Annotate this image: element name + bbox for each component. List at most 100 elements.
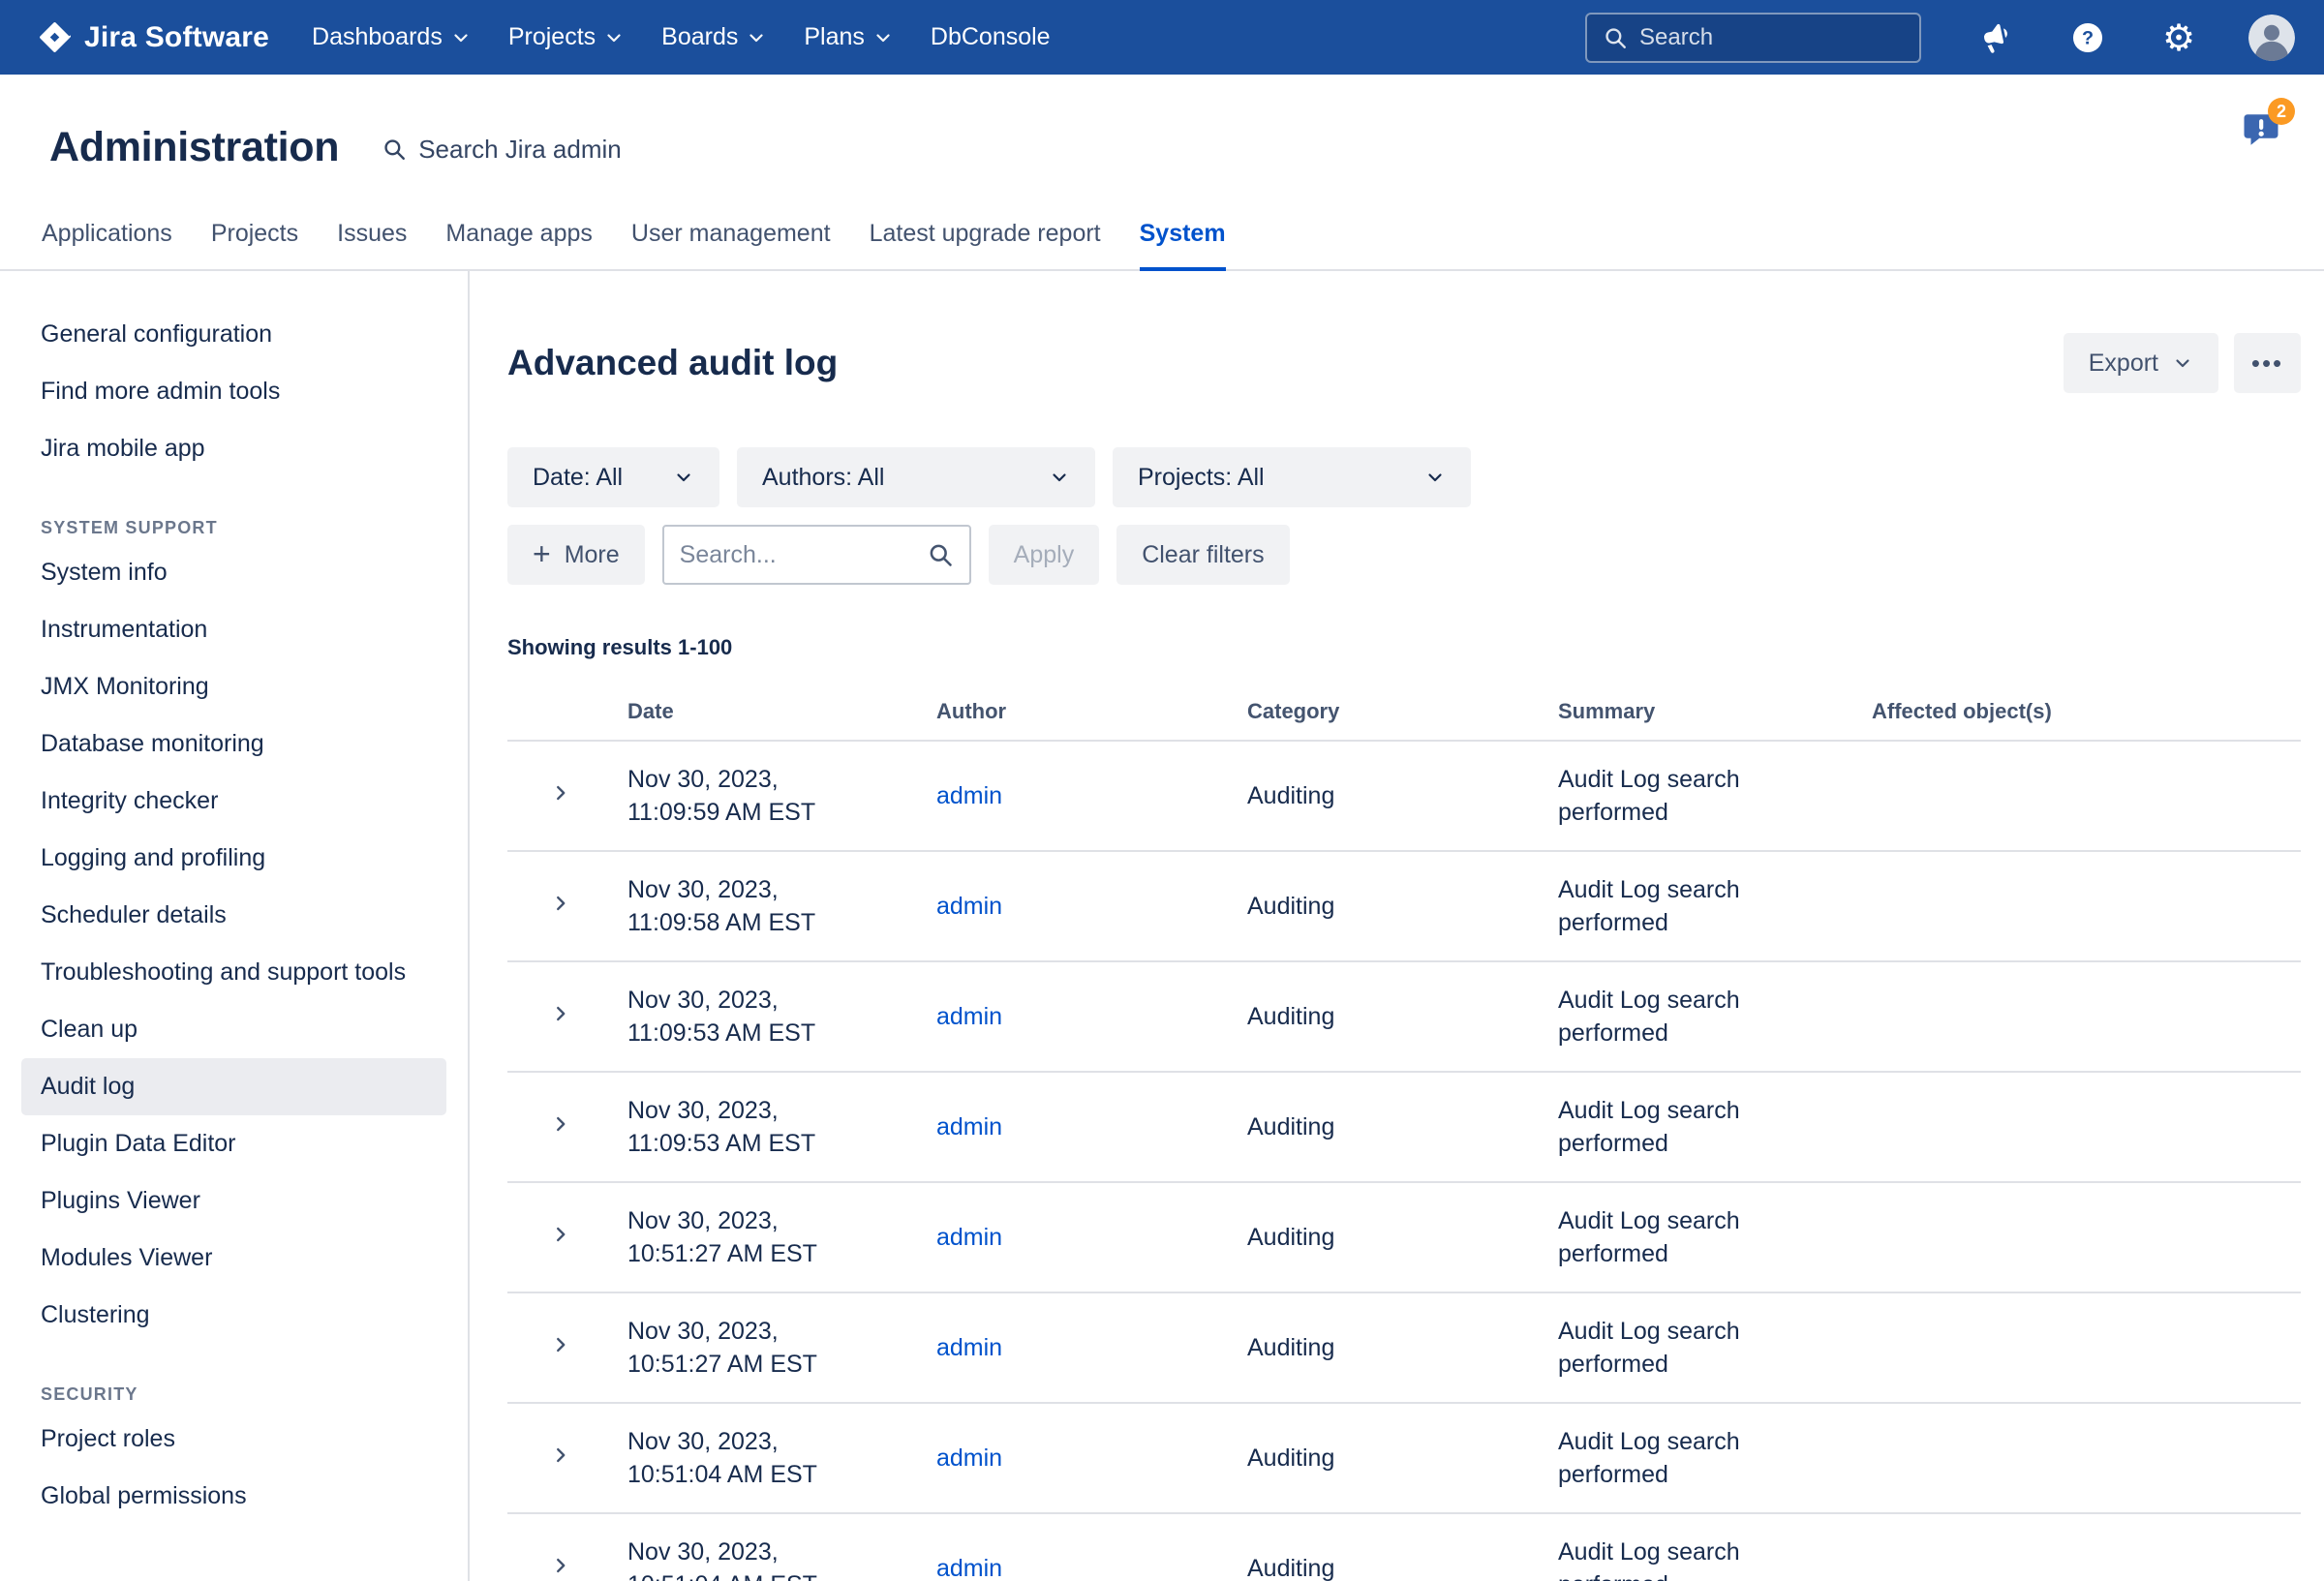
sidebar-item-global-permissions[interactable]: Global permissions [21,1468,446,1525]
expand-row-chevron-icon[interactable] [550,1334,571,1355]
chevron-down-icon [1424,467,1446,488]
cell-category: Auditing [1247,1552,1558,1581]
sidebar-item-scheduler-details[interactable]: Scheduler details [21,887,446,944]
time-line: 10:51:27 AM EST [627,1237,936,1270]
expand-row-chevron-icon[interactable] [550,1224,571,1245]
tab-applications[interactable]: Applications [42,220,172,271]
author-link[interactable]: admin [936,1224,1002,1251]
date-line: Nov 30, 2023, [627,1535,936,1568]
table-row: Nov 30, 2023,10:51:27 AM ESTadminAuditin… [507,1293,2301,1404]
nav-item-plans[interactable]: Plans [804,23,894,51]
announcement-megaphone-icon[interactable] [1975,16,2018,59]
nav-item-dbconsole[interactable]: DbConsole [931,23,1051,51]
help-icon[interactable]: ? [2066,16,2109,59]
cell-author: admin [936,1110,1247,1143]
sidebar-item-plugins-viewer[interactable]: Plugins Viewer [21,1172,446,1230]
author-link[interactable]: admin [936,782,1002,809]
date-line: Nov 30, 2023, [627,873,936,906]
apply-button[interactable]: Apply [989,525,1100,585]
cell-summary: Audit Log search performed [1558,1094,1872,1160]
jira-home-link[interactable]: Jira Software [37,19,269,55]
user-avatar[interactable] [2248,15,2295,61]
settings-gear-icon[interactable]: ⚙ [2157,16,2200,59]
global-search-field[interactable] [1585,13,1921,63]
nav-item-label: Dashboards [312,23,443,51]
export-label: Export [2089,350,2158,378]
column-header-author: Author [936,699,1247,724]
sidebar-item-clustering[interactable]: Clustering [21,1287,446,1344]
primary-nav: Dashboards Projects Boards Plans DbConsole [312,23,1051,51]
nav-item-dashboards[interactable]: Dashboards [312,23,472,51]
sidebar-item-system-info[interactable]: System info [21,544,446,601]
sidebar-item-troubleshooting-and-support-tools[interactable]: Troubleshooting and support tools [21,944,446,1001]
nav-item-label: Plans [804,23,865,51]
expand-row-chevron-icon[interactable] [550,1444,571,1466]
cell-date: Nov 30, 2023,10:51:04 AM EST [627,1535,936,1581]
tab-user-management[interactable]: User management [631,220,831,271]
sidebar-item-find-more-admin-tools[interactable]: Find more admin tools [21,363,446,420]
clear-filters-button[interactable]: Clear filters [1116,525,1289,585]
cell-category: Auditing [1247,1442,1558,1475]
search-icon [927,541,954,568]
sidebar-item-instrumentation[interactable]: Instrumentation [21,601,446,658]
tab-manage-apps[interactable]: Manage apps [445,220,593,271]
sidebar-item-modules-viewer[interactable]: Modules Viewer [21,1230,446,1287]
chevron-down-icon [2172,352,2193,374]
cell-date: Nov 30, 2023,10:51:27 AM EST [627,1315,936,1381]
audit-log-table: DateAuthorCategorySummaryAffected object… [507,699,2301,1581]
more-actions-button[interactable]: ••• [2234,333,2301,393]
projects-filter-dropdown[interactable]: Projects: All [1113,447,1471,507]
sidebar-item-database-monitoring[interactable]: Database monitoring [21,715,446,773]
cell-summary: Audit Log search performed [1558,1535,1872,1581]
cell-category: Auditing [1247,1221,1558,1254]
nav-item-projects[interactable]: Projects [508,23,625,51]
row-expand-cell [507,890,627,923]
search-jira-admin-label: Search Jira admin [418,135,622,165]
expand-row-chevron-icon[interactable] [550,1113,571,1135]
sidebar-item-clean-up[interactable]: Clean up [21,1001,446,1058]
sidebar-item-jmx-monitoring[interactable]: JMX Monitoring [21,658,446,715]
author-link[interactable]: admin [936,1444,1002,1472]
nav-item-boards[interactable]: Boards [661,23,767,51]
sidebar-item-logging-and-profiling[interactable]: Logging and profiling [21,830,446,887]
sidebar-item-integrity-checker[interactable]: Integrity checker [21,773,446,830]
expand-row-chevron-icon[interactable] [550,893,571,914]
search-icon [1603,25,1628,50]
time-line: 10:51:04 AM EST [627,1568,936,1581]
author-link[interactable]: admin [936,893,1002,920]
tab-projects[interactable]: Projects [211,220,298,271]
expand-row-chevron-icon[interactable] [550,1555,571,1576]
main-content: Advanced audit log Export ••• Date: All … [470,271,2324,1581]
tab-issues[interactable]: Issues [337,220,407,271]
author-link[interactable]: admin [936,1334,1002,1361]
more-filters-button[interactable]: + More [507,525,645,585]
date-filter-dropdown[interactable]: Date: All [507,447,719,507]
audit-search-input[interactable] [680,541,917,569]
svg-text:?: ? [2082,27,2094,48]
row-expand-cell [507,1331,627,1364]
author-link[interactable]: admin [936,1555,1002,1581]
sidebar-item-jira-mobile-app[interactable]: Jira mobile app [21,420,446,477]
author-link[interactable]: admin [936,1003,1002,1030]
tab-latest-upgrade-report[interactable]: Latest upgrade report [870,220,1101,271]
audit-search-field[interactable] [662,525,971,585]
authors-filter-dropdown[interactable]: Authors: All [737,447,1095,507]
notification-count-badge: 2 [2268,98,2295,125]
results-summary: Showing results 1-100 [507,635,2301,660]
cell-author: admin [936,1000,1247,1033]
author-link[interactable]: admin [936,1113,1002,1140]
export-button[interactable]: Export [2064,333,2218,393]
feedback-bubble-icon[interactable]: 2 [2241,109,2281,155]
tab-system[interactable]: System [1140,220,1226,271]
expand-row-chevron-icon[interactable] [550,782,571,804]
date-filter-label: Date: All [533,464,623,492]
search-jira-admin-button[interactable]: Search Jira admin [382,135,622,165]
sidebar-item-plugin-data-editor[interactable]: Plugin Data Editor [21,1115,446,1172]
sidebar-item-project-roles[interactable]: Project roles [21,1411,446,1468]
sidebar-item-audit-log[interactable]: Audit log [21,1058,446,1115]
search-icon [382,137,407,162]
global-search-input[interactable] [1639,24,1940,51]
sidebar-item-general-configuration[interactable]: General configuration [21,306,446,363]
expand-row-chevron-icon[interactable] [550,1003,571,1024]
cell-summary: Audit Log search performed [1558,1425,1872,1491]
